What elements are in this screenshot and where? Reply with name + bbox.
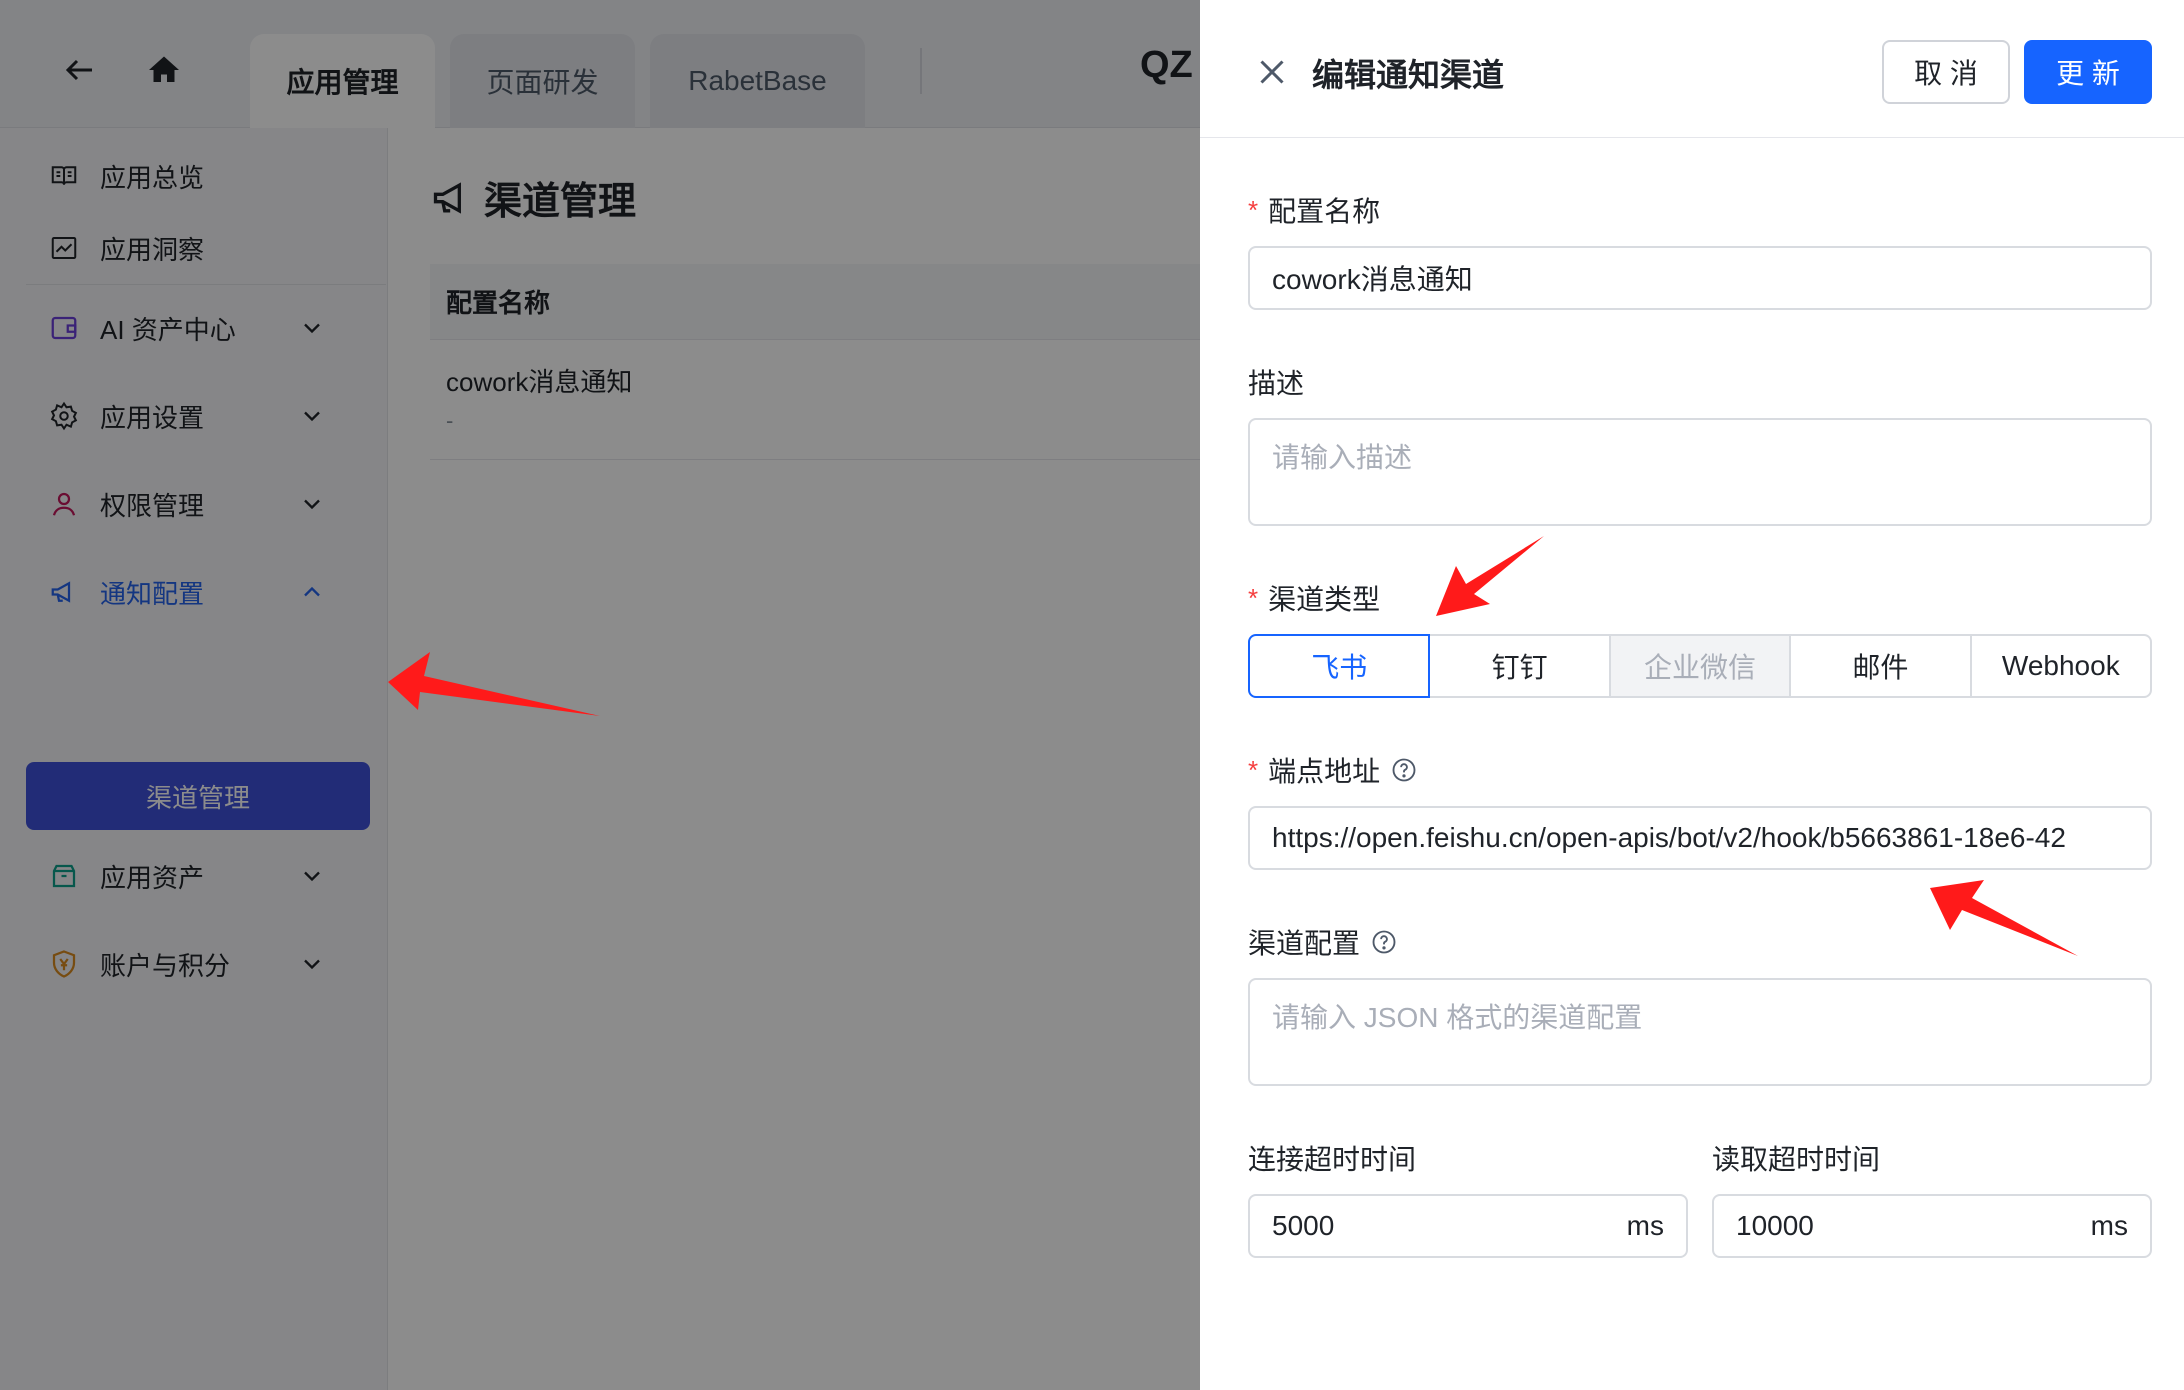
background-app: 应用管理 页面研发 RabetBase QZ 应用总览 应用洞察 AI 资产中心 <box>0 0 1200 1390</box>
modal-overlay[interactable] <box>0 0 1200 1390</box>
channel-type-email[interactable]: 邮件 <box>1789 634 1972 698</box>
channel-config-label: 渠道配置 <box>1248 922 1398 962</box>
label-text: 连接超时时间 <box>1248 1144 1417 1175</box>
channel-type-dingtalk[interactable]: 钉钉 <box>1428 634 1611 698</box>
channel-config-textarea[interactable]: 请输入 JSON 格式的渠道配置 <box>1248 978 2152 1086</box>
endpoint-label: * 端点地址 <box>1248 750 1418 790</box>
drawer-title: 编辑通知渠道 <box>1312 57 1505 93</box>
read-timeout-input[interactable]: 10000 ms <box>1712 1194 2152 1258</box>
update-button[interactable]: 更 新 <box>2024 40 2152 104</box>
required-mark: * <box>1248 754 1259 785</box>
label-text: 渠道配置 <box>1248 928 1361 959</box>
description-label: 描述 <box>1248 362 1304 402</box>
label-text: 端点地址 <box>1268 756 1381 787</box>
required-mark: * <box>1248 582 1259 613</box>
unit-suffix: ms <box>2090 1210 2128 1241</box>
endpoint-input[interactable]: https://open.feishu.cn/open-apis/bot/v2/… <box>1248 806 2152 870</box>
label-text: 渠道类型 <box>1268 584 1381 615</box>
channel-config-placeholder: 请输入 JSON 格式的渠道配置 <box>1272 1002 1643 1033</box>
connect-timeout-input[interactable]: 5000 ms <box>1248 1194 1688 1258</box>
edit-channel-drawer: 编辑通知渠道 取 消 更 新 * 配置名称 cowork消息通知 描述 请输入描… <box>1200 0 2184 1390</box>
channel-type-wecom: 企业微信 <box>1608 634 1792 698</box>
connect-timeout-value: 5000 <box>1272 1210 1335 1241</box>
help-circle-icon[interactable] <box>1370 928 1398 956</box>
channel-type-label: * 渠道类型 <box>1248 578 1380 618</box>
required-mark: * <box>1248 194 1259 225</box>
connect-timeout-label: 连接超时时间 <box>1248 1138 1416 1178</box>
read-timeout-label: 读取超时时间 <box>1712 1138 1880 1178</box>
label-text: 配置名称 <box>1268 196 1381 227</box>
cancel-button[interactable]: 取 消 <box>1882 40 2010 104</box>
config-name-label: * 配置名称 <box>1248 190 1380 230</box>
help-circle-icon[interactable] <box>1390 756 1418 784</box>
label-text: 描述 <box>1248 368 1305 399</box>
read-timeout-value: 10000 <box>1736 1210 1814 1241</box>
label-text: 读取超时时间 <box>1712 1144 1881 1175</box>
description-placeholder: 请输入描述 <box>1272 442 1413 473</box>
channel-type-feishu[interactable]: 飞书 <box>1248 634 1431 698</box>
channel-type-webhook[interactable]: Webhook <box>1969 634 2153 698</box>
channel-type-segmented: 飞书 钉钉 企业微信 邮件 Webhook <box>1248 634 2153 698</box>
close-icon[interactable] <box>1254 54 1290 90</box>
config-name-input[interactable]: cowork消息通知 <box>1248 246 2152 310</box>
description-textarea[interactable]: 请输入描述 <box>1248 418 2152 526</box>
drawer-header: 编辑通知渠道 取 消 更 新 <box>1200 0 2184 138</box>
unit-suffix: ms <box>1626 1210 1664 1241</box>
